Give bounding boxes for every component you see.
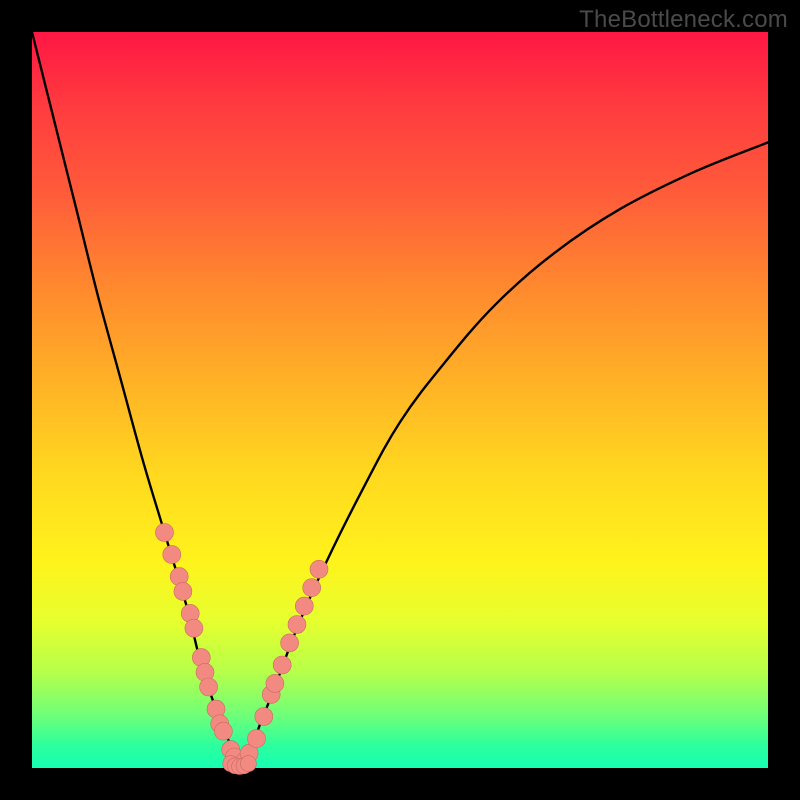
data-dot [281, 634, 299, 652]
data-dot [214, 722, 232, 740]
curve-line [32, 32, 768, 769]
data-dot [288, 616, 306, 634]
data-dot [200, 678, 218, 696]
dot-cluster-right [236, 560, 328, 769]
data-dot [156, 524, 174, 542]
chart-frame: TheBottleneck.com [0, 0, 800, 800]
data-dot [310, 560, 328, 578]
data-dot [248, 730, 266, 748]
watermark-text: TheBottleneck.com [579, 6, 788, 34]
data-dot [185, 619, 203, 637]
data-dot [295, 597, 313, 615]
data-dot [163, 546, 181, 564]
dot-cluster-valley [223, 756, 257, 775]
data-dot [174, 582, 192, 600]
data-dot [273, 656, 291, 674]
plot-area [32, 32, 768, 768]
data-dot [303, 579, 321, 597]
dot-cluster-left [156, 524, 244, 767]
data-dot [240, 756, 256, 772]
data-dot [255, 708, 273, 726]
data-dot [266, 674, 284, 692]
bottleneck-curve [32, 32, 768, 768]
